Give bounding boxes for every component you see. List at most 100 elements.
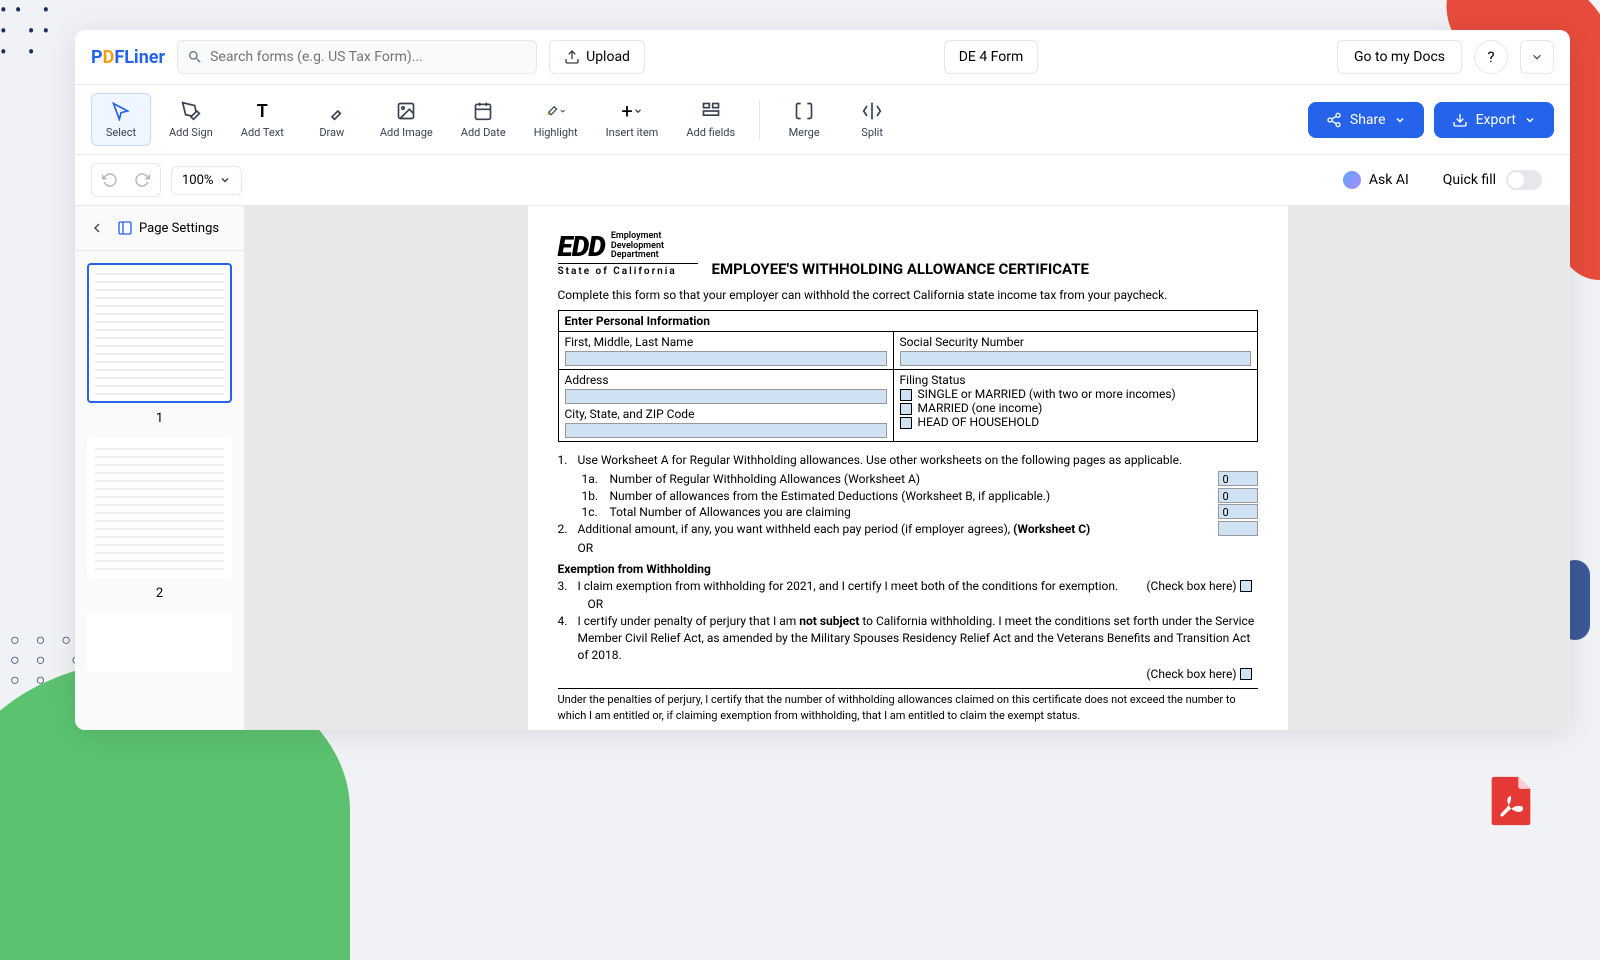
item2-bold: (Worksheet C) xyxy=(1013,522,1090,536)
or-text: OR xyxy=(578,540,1258,557)
city-field[interactable] xyxy=(565,423,887,438)
tool-add-text[interactable]: T Add Text xyxy=(231,94,294,145)
tool-label: Select xyxy=(106,126,136,139)
tool-label: Merge xyxy=(789,126,820,139)
item4-pre: I certify under penalty of perjury that … xyxy=(578,614,800,628)
pdf-icon xyxy=(1482,772,1540,830)
check-here-label: (Check box here) xyxy=(1146,667,1236,681)
app-window: PDFLiner Upload DE 4 Form Go to my Docs … xyxy=(75,30,1570,730)
tool-label: Insert item xyxy=(606,126,659,139)
page-settings-button[interactable]: Page Settings xyxy=(117,220,219,236)
plus-icon: + xyxy=(621,99,632,123)
chevron-down-icon xyxy=(1394,114,1406,126)
tool-select[interactable]: Select xyxy=(91,93,151,146)
sidebar-collapse-button[interactable] xyxy=(85,216,109,240)
name-label: First, Middle, Last Name xyxy=(565,335,887,349)
item1b: Number of allowances from the Estimated … xyxy=(610,488,1212,505)
allowance-1a-field[interactable]: 0 xyxy=(1218,471,1258,486)
edd-line: Department xyxy=(611,251,664,261)
go-to-docs-button[interactable]: Go to my Docs xyxy=(1337,40,1462,74)
export-button[interactable]: Export xyxy=(1434,102,1554,138)
tool-split[interactable]: Split xyxy=(842,94,902,145)
toggle-switch[interactable] xyxy=(1506,170,1542,190)
undo-icon xyxy=(102,172,118,188)
share-icon xyxy=(1326,112,1342,128)
tool-draw[interactable]: Draw xyxy=(302,94,362,145)
tool-insert-item[interactable]: + Insert item xyxy=(596,94,669,145)
address-field[interactable] xyxy=(565,389,887,404)
tool-merge[interactable]: Merge xyxy=(774,94,834,145)
tool-label: Add Date xyxy=(461,126,506,139)
filing-checkbox-married[interactable] xyxy=(900,403,912,415)
help-button[interactable]: ? xyxy=(1474,40,1508,74)
tool-add-fields[interactable]: Add fields xyxy=(676,94,745,145)
undo-button[interactable] xyxy=(96,168,124,192)
filing-opt: HEAD OF HOUSEHOLD xyxy=(918,415,1040,429)
tool-add-image[interactable]: Add Image xyxy=(370,94,443,145)
allowance-1c-field[interactable]: 0 xyxy=(1218,504,1258,519)
split-icon xyxy=(862,101,882,121)
zoom-dropdown[interactable]: 100% xyxy=(171,166,242,195)
share-button[interactable]: Share xyxy=(1308,102,1424,138)
thumb-number: 2 xyxy=(87,586,232,601)
redo-button[interactable] xyxy=(128,168,156,192)
image-icon xyxy=(396,101,416,121)
personal-info-table: Enter Personal Information First, Middle… xyxy=(558,310,1258,442)
chevron-down-icon xyxy=(219,174,231,186)
item1c: Total Number of Allowances you are claim… xyxy=(610,504,1212,521)
name-field[interactable] xyxy=(565,351,887,366)
draw-icon xyxy=(322,101,342,121)
item3: I claim exemption from withholding for 2… xyxy=(578,578,1147,595)
export-label: Export xyxy=(1476,112,1516,128)
tool-label: Split xyxy=(861,126,883,139)
item1a: Number of Regular Withholding Allowances… xyxy=(610,471,1212,488)
check-here-label: (Check box here) xyxy=(1146,579,1236,593)
thumbnails-panel[interactable]: 1 2 xyxy=(75,251,244,730)
secondary-bar: 100% Ask AI Quick fill xyxy=(75,155,1570,206)
tool-label: Add Image xyxy=(380,126,433,139)
exemption-3-checkbox[interactable] xyxy=(1240,580,1252,592)
form-intro: Complete this form so that your employer… xyxy=(558,288,1258,302)
search-icon xyxy=(187,49,203,65)
item4-bold: not subject xyxy=(799,614,859,628)
upload-button[interactable]: Upload xyxy=(549,40,645,74)
tool-add-sign[interactable]: Add Sign xyxy=(159,94,223,145)
tool-label: Add Text xyxy=(241,126,284,139)
search-input[interactable] xyxy=(177,40,537,74)
top-bar: PDFLiner Upload DE 4 Form Go to my Docs … xyxy=(75,30,1570,85)
download-icon xyxy=(1452,112,1468,128)
tool-label: Add Sign xyxy=(169,126,213,139)
page-settings-label: Page Settings xyxy=(139,221,219,236)
ssn-field[interactable] xyxy=(900,351,1251,366)
exemption-4-checkbox[interactable] xyxy=(1240,668,1252,680)
upload-label: Upload xyxy=(586,49,630,65)
allowance-1b-field[interactable]: 0 xyxy=(1218,488,1258,503)
page-thumbnail[interactable] xyxy=(87,613,232,673)
document-name[interactable]: DE 4 Form xyxy=(944,40,1039,74)
ask-ai-button[interactable]: Ask AI xyxy=(1331,165,1421,195)
or-text: OR xyxy=(588,596,1258,613)
page-thumbnail[interactable] xyxy=(87,438,232,578)
ssn-label: Social Security Number xyxy=(900,335,1251,349)
additional-amount-field[interactable] xyxy=(1218,521,1258,536)
city-label: City, State, and ZIP Code xyxy=(565,407,887,421)
form-body: 1.Use Worksheet A for Regular Withholdin… xyxy=(558,452,1258,730)
address-label: Address xyxy=(565,373,887,387)
document-canvas[interactable]: EDD Employment Development Department St… xyxy=(245,206,1570,730)
chevron-down-icon xyxy=(633,106,643,116)
quickfill-toggle[interactable]: Quick fill xyxy=(1431,164,1554,196)
tool-highlight[interactable]: Highlight xyxy=(524,94,588,145)
toolbar: Select Add Sign T Add Text Draw Add Imag… xyxy=(75,85,1570,155)
filing-checkbox-single[interactable] xyxy=(900,389,912,401)
sign-icon xyxy=(181,101,201,121)
fields-icon xyxy=(701,101,721,121)
page-thumbnail[interactable] xyxy=(87,263,232,403)
edd-state: State of California xyxy=(558,263,698,277)
sidebar-header: Page Settings xyxy=(75,206,244,251)
menu-button[interactable] xyxy=(1520,40,1554,74)
filing-opt: MARRIED (one income) xyxy=(918,401,1043,415)
filing-label: Filing Status xyxy=(900,373,1251,387)
ai-icon xyxy=(1343,171,1361,189)
tool-add-date[interactable]: Add Date xyxy=(451,94,516,145)
filing-checkbox-hoh[interactable] xyxy=(900,417,912,429)
